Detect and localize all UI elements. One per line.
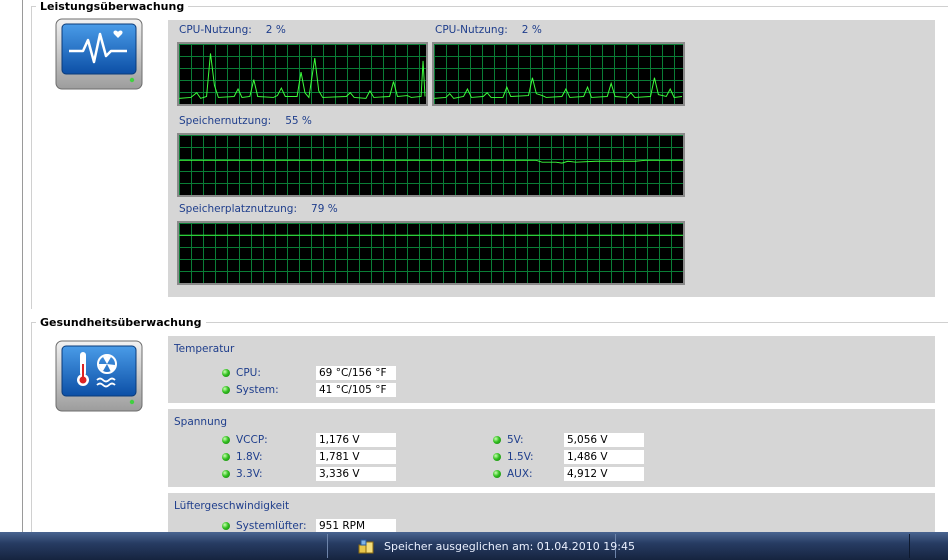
status-indicator-icon — [222, 369, 230, 377]
health-legend: Gesundheitsüberwachung — [36, 316, 206, 329]
cpu1-label: CPU-Nutzung: 2 % — [179, 24, 286, 36]
status-indicator-icon — [222, 522, 230, 530]
status-bar-text: Speicher ausgeglichen am: 01.04.2010 19:… — [384, 540, 635, 553]
performance-monitor-icon — [55, 18, 143, 90]
temperature-system-label: System: — [236, 384, 279, 396]
status-indicator-icon — [222, 453, 230, 461]
fan-system-label: Systemlüfter: — [236, 520, 307, 532]
disk-label-text: Speicherplatznutzung: — [179, 203, 298, 215]
voltage-title: Spannung — [174, 416, 228, 428]
memory-value: 55 % — [285, 115, 312, 127]
memory-graph — [177, 133, 685, 197]
voltage-vccp-value: 1,176 V — [316, 433, 396, 447]
health-monitor-icon — [55, 340, 143, 412]
status-indicator-icon — [493, 470, 501, 478]
voltage-1-5v-row: 1.5V: 1,486 V — [493, 450, 653, 465]
voltage-aux-row: AUX: 4,912 V — [493, 467, 653, 482]
cpu2-label-text: CPU-Nutzung: — [435, 24, 508, 36]
voltage-3-3v-value: 3,336 V — [316, 467, 396, 481]
memory-label: Speichernutzung: 55 % — [179, 115, 312, 127]
voltage-1-8v-row: 1.8V: 1,781 V — [222, 450, 402, 465]
fan-section: Lüftergeschwindigkeit Systemlüfter: 951 … — [168, 493, 935, 533]
voltage-3-3v-row: 3.3V: 3,336 V — [222, 467, 402, 482]
voltage-section: Spannung VCCP: 1,176 V 1.8V: 1,781 V 3.3… — [168, 409, 935, 487]
temperature-system-value: 41 °C/105 °F — [316, 383, 396, 397]
voltage-1-8v-value: 1,781 V — [316, 450, 396, 464]
status-indicator-icon — [222, 470, 230, 478]
cpu1-label-text: CPU-Nutzung: — [179, 24, 252, 36]
disk-graph — [177, 221, 685, 285]
temperature-cpu-label: CPU: — [236, 367, 261, 379]
memory-balance-icon — [358, 538, 374, 554]
voltage-vccp-label: VCCP: — [236, 434, 268, 446]
voltage-vccp-row: VCCP: 1,176 V — [222, 433, 402, 448]
status-indicator-icon — [222, 386, 230, 394]
fan-system-value: 951 RPM — [316, 519, 396, 533]
voltage-5v-row: 5V: 5,056 V — [493, 433, 653, 448]
fan-title: Lüftergeschwindigkeit — [174, 500, 290, 512]
cpu2-value: 2 % — [521, 24, 542, 36]
cpu2-graph — [432, 42, 685, 106]
cpu1-value: 2 % — [265, 24, 286, 36]
voltage-3-3v-label: 3.3V: — [236, 468, 263, 480]
status-indicator-icon — [222, 436, 230, 444]
left-divider — [22, 0, 23, 532]
voltage-1-5v-value: 1,486 V — [564, 450, 644, 464]
voltage-1-8v-label: 1.8V: — [236, 451, 263, 463]
temperature-title: Temperatur — [174, 343, 235, 355]
memory-label-text: Speichernutzung: — [179, 115, 272, 127]
taskbar-segment-right — [615, 534, 910, 558]
temperature-cpu-row: CPU: 69 °C/156 °F — [222, 366, 402, 381]
cpu1-graph — [177, 42, 428, 106]
taskbar: Speicher ausgeglichen am: 01.04.2010 19:… — [0, 532, 948, 560]
cpu2-label: CPU-Nutzung: 2 % — [435, 24, 542, 36]
disk-label: Speicherplatznutzung: 79 % — [179, 203, 338, 215]
disk-value: 79 % — [311, 203, 338, 215]
temperature-cpu-value: 69 °C/156 °F — [316, 366, 396, 380]
status-indicator-icon — [493, 436, 501, 444]
voltage-5v-label: 5V: — [507, 434, 524, 446]
voltage-1-5v-label: 1.5V: — [507, 451, 534, 463]
voltage-aux-value: 4,912 V — [564, 467, 644, 481]
temperature-system-row: System: 41 °C/105 °F — [222, 383, 402, 398]
voltage-aux-label: AUX: — [507, 468, 533, 480]
status-indicator-icon — [493, 453, 501, 461]
voltage-5v-value: 5,056 V — [564, 433, 644, 447]
performance-legend: Leistungsüberwachung — [36, 0, 189, 13]
temperature-section: Temperatur CPU: 69 °C/156 °F System: 41 … — [168, 336, 935, 403]
